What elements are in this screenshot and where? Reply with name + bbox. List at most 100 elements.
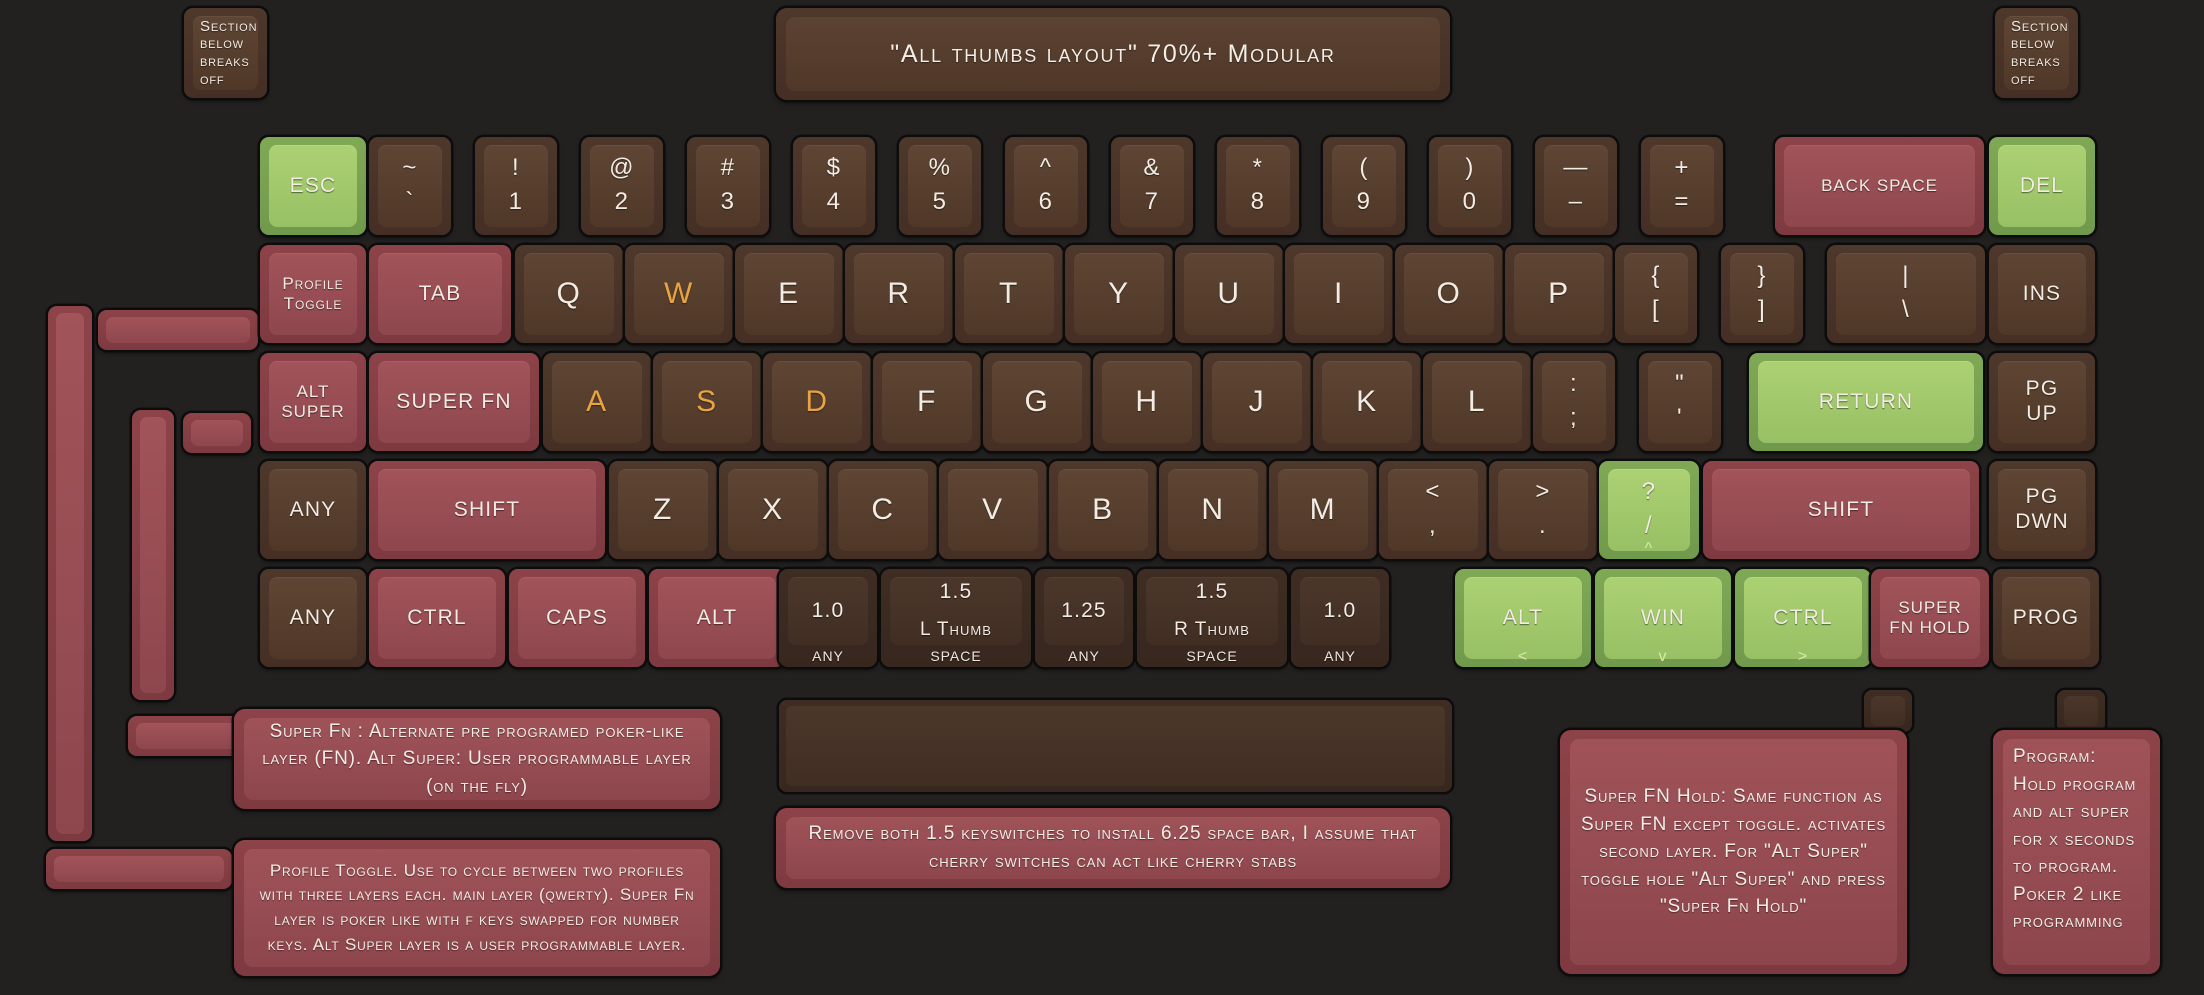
key-ins[interactable]: INS (1989, 245, 2095, 343)
key-legend-base: 3 (720, 187, 736, 215)
key-[interactable]: ? / ^ (1599, 461, 1699, 559)
key-s[interactable]: S (653, 353, 761, 451)
key-x[interactable]: X (719, 461, 827, 559)
key-a[interactable]: A (543, 353, 651, 451)
key-win[interactable]: WIN v (1595, 569, 1731, 667)
key-1-0[interactable]: 1.0 ANY (1291, 569, 1389, 667)
key-legend-base: 6 (1038, 187, 1054, 215)
key-prog[interactable]: PROG (1993, 569, 2099, 667)
key-u[interactable]: U (1175, 245, 1283, 343)
key-legend: X (762, 493, 784, 527)
key-j[interactable]: J (1203, 353, 1311, 451)
note-super-fn-text: Super Fn : Alternate pre programed poker… (262, 720, 692, 797)
key-profile-toggle[interactable]: Profile Toggle (260, 245, 366, 343)
key-q[interactable]: Q (515, 245, 623, 343)
key-[interactable]: :; (1533, 353, 1615, 451)
key-tab[interactable]: TAB (369, 245, 511, 343)
key-l[interactable]: L (1423, 353, 1531, 451)
key-[interactable]: }] (1721, 245, 1803, 343)
key-shift[interactable]: SHIFT (369, 461, 605, 559)
key-2[interactable]: @2 (581, 137, 663, 235)
left-rail-stub-lower (128, 716, 250, 756)
key-z[interactable]: Z (609, 461, 717, 559)
key-legend-base: 4 (826, 187, 842, 215)
key-ctrl[interactable]: CTRL (369, 569, 505, 667)
key-legend: PG UP (2025, 377, 2059, 425)
key-9[interactable]: (9 (1323, 137, 1405, 235)
key-legend: ALT (696, 605, 738, 629)
key-1-5[interactable]: 1.5 R Thumb SPACE (1137, 569, 1287, 667)
key-legend-base: ; (1570, 403, 1578, 431)
key-7[interactable]: & 7 (1111, 137, 1193, 235)
key-del[interactable]: DEL (1989, 137, 2095, 235)
key-y[interactable]: Y (1065, 245, 1173, 343)
key-1-25[interactable]: 1.25 ANY (1035, 569, 1133, 667)
key-legend: Z (653, 493, 673, 527)
key-ctrl[interactable]: CTRL > (1735, 569, 1871, 667)
key-0[interactable]: ) 0 (1429, 137, 1511, 235)
key-shift[interactable]: SHIFT (1703, 461, 1979, 559)
key-v[interactable]: V (939, 461, 1047, 559)
key-f[interactable]: F (873, 353, 981, 451)
left-rail-vertical-inner (132, 410, 174, 700)
key-pg-dwn[interactable]: PG DWN (1989, 461, 2095, 559)
left-rail-stub-mid (183, 413, 251, 453)
note-panel-program: Program: Hold program and alt super for … (1993, 730, 2160, 974)
key-r[interactable]: R (845, 245, 953, 343)
key-1-5[interactable]: 1.5 L Thumb SPACE (881, 569, 1031, 667)
key-unit-size: 1.5 (1195, 580, 1229, 604)
key-3[interactable]: #3 (687, 137, 769, 235)
key-5[interactable]: % 5 (899, 137, 981, 235)
note-key-section-breaks-off-left: Section below breaks off (184, 8, 267, 98)
key-w[interactable]: W (625, 245, 733, 343)
key-legend: 1.0 (811, 598, 845, 622)
key-legend: PROG (2012, 605, 2080, 629)
key-1-0[interactable]: 1.0 ANY (779, 569, 877, 667)
key-[interactable]: — – (1535, 137, 1617, 235)
key-[interactable]: " ' (1639, 353, 1721, 451)
key-[interactable]: <, (1379, 461, 1487, 559)
key-8[interactable]: * 8 (1217, 137, 1299, 235)
key-[interactable]: >. (1489, 461, 1597, 559)
key-legend-shifted: ) (1465, 154, 1475, 182)
key-b[interactable]: B (1049, 461, 1157, 559)
key-[interactable]: {[ (1615, 245, 1697, 343)
key-super-fn[interactable]: SUPER FN (369, 353, 539, 451)
key-g[interactable]: G (983, 353, 1091, 451)
key-d[interactable]: D (763, 353, 871, 451)
key-o[interactable]: O (1395, 245, 1503, 343)
key-4[interactable]: $4 (793, 137, 875, 235)
key-any[interactable]: ANY (260, 461, 366, 559)
key-back-space[interactable]: BACK SPACE (1775, 137, 1984, 235)
key-legend: F (917, 385, 937, 419)
key-pg-up[interactable]: PG UP (1989, 353, 2095, 451)
key-e[interactable]: E (735, 245, 843, 343)
key-alt-super[interactable]: ALT SUPER (260, 353, 366, 451)
key-1[interactable]: ! 1 (475, 137, 557, 235)
key-[interactable]: + = (1641, 137, 1723, 235)
key-esc[interactable]: ESC (260, 137, 366, 235)
key-[interactable]: | \ (1827, 245, 1985, 343)
key-n[interactable]: N (1159, 461, 1267, 559)
key-any[interactable]: ANY (260, 569, 366, 667)
key-caps[interactable]: CAPS (509, 569, 645, 667)
key-c[interactable]: C (829, 461, 937, 559)
key-alt[interactable]: ALT < (1455, 569, 1591, 667)
key-legend-shifted: ~ (402, 154, 418, 182)
key-m[interactable]: M (1269, 461, 1377, 559)
key-k[interactable]: K (1313, 353, 1421, 451)
key-arrow-label: v (1658, 648, 1668, 665)
key-return[interactable]: RETURN (1749, 353, 1983, 451)
key-6[interactable]: ^ 6 (1005, 137, 1087, 235)
key-legend: ALT SUPER (281, 381, 345, 421)
key-i[interactable]: I (1285, 245, 1393, 343)
key-legend: P (1548, 277, 1570, 311)
key-legend-shifted: ? (1641, 478, 1657, 506)
note-spacebar-text: Remove both 1.5 keyswitches to install 6… (808, 823, 1418, 872)
key-t[interactable]: T (955, 245, 1063, 343)
key-[interactable]: ~ ` (369, 137, 451, 235)
key-p[interactable]: P (1505, 245, 1613, 343)
key-h[interactable]: H (1093, 353, 1201, 451)
key-super-fn-hold[interactable]: SUPER FN HOLD (1871, 569, 1989, 667)
key-alt[interactable]: ALT (649, 569, 785, 667)
